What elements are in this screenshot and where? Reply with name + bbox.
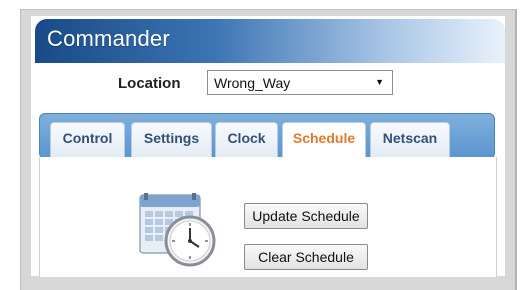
dropdown-arrow-icon: ▼ [375, 77, 384, 87]
location-select[interactable]: Wrong_Way ▼ [207, 70, 393, 95]
update-schedule-button[interactable]: Update Schedule [244, 203, 368, 229]
location-label: Location [118, 75, 181, 92]
tab-netscan[interactable]: Netscan [370, 122, 450, 157]
location-selected-value: Wrong_Way [214, 75, 291, 91]
clear-schedule-button[interactable]: Clear Schedule [244, 244, 368, 270]
tab-control[interactable]: Control [50, 122, 125, 157]
app-header: Commander [35, 19, 505, 63]
app-title: Commander [47, 26, 170, 51]
tab-bar: Control Settings Clock Schedule Netscan [39, 113, 495, 159]
tab-settings[interactable]: Settings [131, 122, 212, 157]
calendar-clock-icon [139, 193, 216, 267]
tab-clock[interactable]: Clock [215, 122, 278, 157]
tab-schedule[interactable]: Schedule [282, 122, 366, 158]
